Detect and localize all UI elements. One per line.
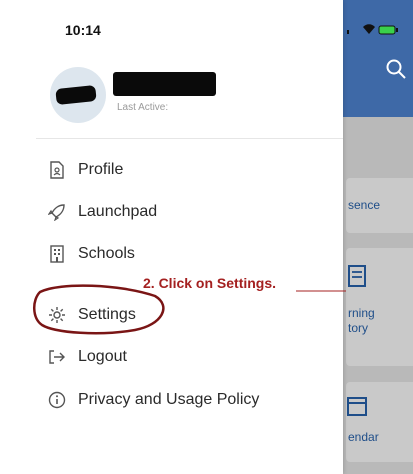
menu-label-launchpad: Launchpad bbox=[78, 203, 158, 220]
status-icons bbox=[341, 24, 401, 39]
avatar[interactable] bbox=[50, 67, 106, 123]
calendar-card[interactable]: endar bbox=[346, 382, 413, 462]
calendar-icon bbox=[347, 397, 367, 416]
last-active-label: Last Active: bbox=[117, 102, 169, 113]
menu-item-privacy[interactable]: Privacy and Usage Policy bbox=[48, 389, 259, 411]
menu-item-schools[interactable]: Schools bbox=[48, 243, 135, 265]
menu-item-profile[interactable]: Profile bbox=[48, 159, 123, 181]
learning-history-card[interactable]: rning tory bbox=[346, 248, 413, 366]
profile-document-icon bbox=[48, 161, 66, 179]
menu-label-logout: Logout bbox=[78, 348, 127, 365]
navigation-drawer: 10:14 Last Active: Profile Launchpad Sch… bbox=[0, 0, 343, 474]
avatar-redaction bbox=[55, 84, 97, 106]
user-name-redacted bbox=[113, 72, 216, 96]
info-icon bbox=[48, 391, 66, 409]
divider bbox=[36, 138, 343, 139]
card-text-learning-line2: tory bbox=[348, 321, 369, 335]
card-text-learning-line1: rning bbox=[348, 306, 375, 320]
card-text-attendance: sence bbox=[348, 198, 381, 212]
building-icon bbox=[48, 245, 66, 263]
menu-item-settings[interactable]: Settings bbox=[48, 304, 136, 326]
menu-item-logout[interactable]: Logout bbox=[48, 346, 127, 368]
menu-label-privacy: Privacy and Usage Policy bbox=[78, 391, 260, 408]
menu-label-settings: Settings bbox=[78, 306, 136, 323]
attendance-card[interactable]: sence bbox=[346, 178, 413, 233]
card-text-calendar: endar bbox=[348, 430, 379, 444]
menu-item-launchpad[interactable]: Launchpad bbox=[48, 201, 157, 223]
status-time: 10:14 bbox=[65, 22, 101, 38]
gear-icon bbox=[48, 306, 66, 324]
menu-label-schools: Schools bbox=[78, 245, 135, 262]
signal-wifi-battery-icon bbox=[347, 24, 398, 35]
search-icon[interactable] bbox=[385, 58, 407, 80]
document-icon bbox=[348, 265, 366, 287]
annotation-instruction: 2. Click on Settings. bbox=[143, 275, 277, 291]
rocket-icon bbox=[48, 203, 66, 221]
menu-label-profile: Profile bbox=[78, 161, 124, 178]
logout-icon bbox=[48, 348, 66, 366]
